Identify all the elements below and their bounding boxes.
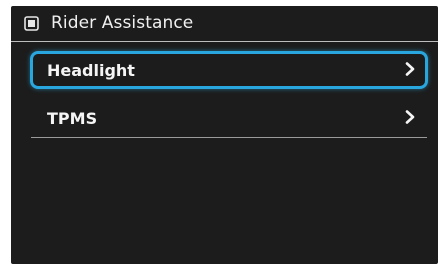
list-divider [31,137,427,138]
menu-item-headlight[interactable]: Headlight [30,51,428,89]
page-title: Rider Assistance [51,13,194,33]
chevron-right-icon [405,110,415,124]
chevron-right-icon [405,62,415,76]
header-divider [11,41,438,42]
header-bar: Rider Assistance [11,6,438,42]
menu-item-label: TPMS [47,109,98,128]
chip-icon [24,16,39,31]
display-screen: Rider Assistance Headlight TPMS [11,6,438,264]
menu-item-tpms[interactable]: TPMS [31,100,427,136]
menu-item-label: Headlight [47,61,135,80]
